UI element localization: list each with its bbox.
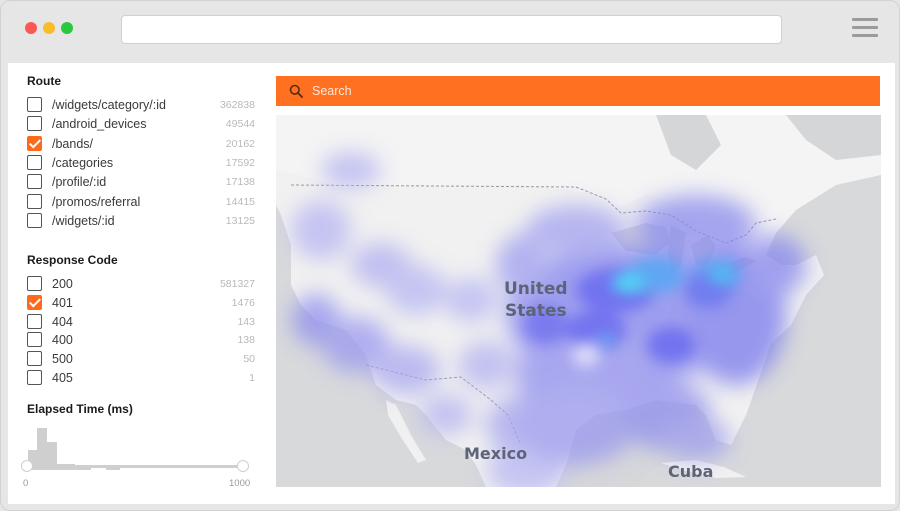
response-code-filter-count: 1476 xyxy=(231,296,255,309)
map-base xyxy=(276,115,881,487)
route-filter-label: /widgets/category/:id xyxy=(52,98,166,112)
route-filter-row[interactable]: /android_devices 49544 xyxy=(27,115,255,134)
browser-window: Route /widgets/category/:id 362838/androi… xyxy=(0,0,900,511)
map-label-mexico: Mexico xyxy=(464,444,528,463)
response-code-section-title: Response Code xyxy=(27,253,118,267)
checkbox[interactable] xyxy=(27,212,42,228)
response-code-filter-count: 50 xyxy=(243,353,255,366)
address-bar[interactable] xyxy=(121,15,782,44)
map-label-states: States xyxy=(505,301,567,321)
route-filter-label: /widgets/:id xyxy=(52,213,115,228)
route-filter-label: /bands/ xyxy=(52,136,94,151)
route-filter-row[interactable]: /promos/referral 14415 xyxy=(27,193,255,212)
checkbox-checked[interactable] xyxy=(27,135,42,151)
response-code-filter-label: 500 xyxy=(52,352,73,367)
route-filter-count: 362838 xyxy=(219,99,255,111)
response-code-filter-row[interactable]: 400 138 xyxy=(27,331,255,350)
route-filter-count: 17592 xyxy=(225,156,255,169)
maximize-window-button[interactable] xyxy=(61,22,73,34)
route-filter-row[interactable]: /profile/:id 17138 xyxy=(27,173,255,192)
minimize-window-button[interactable] xyxy=(43,22,55,34)
elapsed-time-slider-track[interactable] xyxy=(27,465,245,468)
response-code-filter-row[interactable]: 405 1 xyxy=(27,369,255,388)
checkbox[interactable] xyxy=(27,97,42,112)
response-code-filter-label: 200 xyxy=(52,277,73,291)
elapsed-time-max-handle[interactable] xyxy=(237,460,249,472)
elapsed-time-histogram xyxy=(26,420,246,470)
elapsed-time-min-label: 0 xyxy=(23,478,29,489)
elapsed-time-max-label: 1000 xyxy=(229,478,251,489)
close-window-button[interactable] xyxy=(25,22,37,34)
response-code-filter-label: 401 xyxy=(52,295,73,310)
search-icon xyxy=(289,84,303,98)
response-code-filter-label: 400 xyxy=(52,333,73,348)
response-code-filter-row[interactable]: 404 143 xyxy=(27,313,255,332)
map-label-cuba: Cuba xyxy=(668,462,714,481)
response-code-filter-count: 581327 xyxy=(219,278,255,290)
histogram-bar xyxy=(37,428,47,470)
dashboard: Route /widgets/category/:id 362838/androi… xyxy=(8,63,895,504)
checkbox[interactable] xyxy=(27,116,42,132)
map-label-united: United xyxy=(504,279,568,299)
response-code-filter-row[interactable]: 401 1476 xyxy=(27,294,255,313)
search-input[interactable]: Search xyxy=(312,84,352,98)
route-filter-count: 49544 xyxy=(225,118,255,131)
response-code-filter-count: 138 xyxy=(237,334,255,347)
checkbox[interactable] xyxy=(27,174,42,190)
search-bar[interactable]: Search xyxy=(276,76,880,106)
route-filter-label: /promos/referral xyxy=(52,194,141,209)
route-filter-count: 17138 xyxy=(225,176,255,189)
route-filter-row[interactable]: /widgets/:id 13125 xyxy=(27,212,255,231)
checkbox[interactable] xyxy=(27,154,42,170)
route-filter-label: /android_devices xyxy=(52,117,147,132)
checkbox[interactable] xyxy=(27,332,42,348)
route-filter-count: 14415 xyxy=(225,195,255,208)
checkbox[interactable] xyxy=(27,370,42,385)
route-filter-count: 20162 xyxy=(225,137,255,150)
elapsed-time-min-handle[interactable] xyxy=(21,460,33,472)
response-code-filter-label: 405 xyxy=(52,371,73,385)
filter-sidebar: Route /widgets/category/:id 362838/androi… xyxy=(8,63,270,504)
checkbox[interactable] xyxy=(27,276,42,291)
route-filter-label: /categories xyxy=(52,155,114,170)
route-filter-row[interactable]: /bands/20162 xyxy=(27,135,255,154)
route-filter-row[interactable]: /categories 17592 xyxy=(27,154,255,173)
response-code-filter-label: 404 xyxy=(52,314,73,329)
hamburger-menu-icon[interactable] xyxy=(852,18,878,40)
route-filter-row[interactable]: /widgets/category/:id 362838 xyxy=(27,96,255,115)
response-code-filter-row[interactable]: 500 50 xyxy=(27,350,255,369)
response-code-filter-row[interactable]: 200 581327 xyxy=(27,275,255,294)
elapsed-time-section-title: Elapsed Time (ms) xyxy=(27,402,133,416)
checkbox-checked[interactable] xyxy=(27,294,42,310)
checkbox[interactable] xyxy=(27,351,42,367)
heatmap-map[interactable]: United States Mexico Cuba xyxy=(276,115,881,487)
route-section-title: Route xyxy=(27,74,61,88)
route-filter-count: 13125 xyxy=(225,214,255,227)
response-code-filter-count: 1 xyxy=(249,372,255,384)
response-code-filter-count: 143 xyxy=(237,315,255,328)
route-filter-label: /profile/:id xyxy=(52,175,107,190)
checkbox[interactable] xyxy=(27,313,42,329)
checkbox[interactable] xyxy=(27,193,42,209)
